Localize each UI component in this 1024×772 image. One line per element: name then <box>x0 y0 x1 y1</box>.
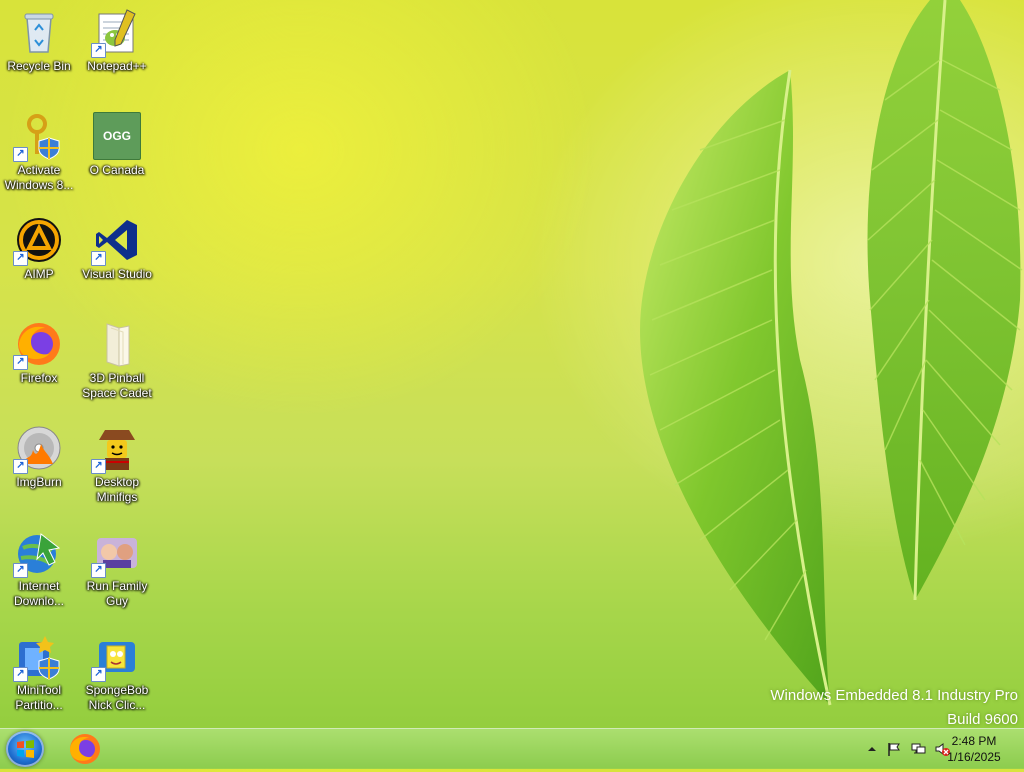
shortcut-arrow-icon: ↗ <box>91 43 106 58</box>
desktop-icon-spongebob[interactable]: ↗ SpongeBob Nick Clic... <box>79 626 155 722</box>
watermark-edition: Windows Embedded 8.1 Industry Pro <box>770 687 1018 704</box>
shortcut-arrow-icon: ↗ <box>13 667 28 682</box>
key-shield-icon: ↗ <box>13 112 63 162</box>
desktop-icon-label: AIMP <box>24 267 54 281</box>
shortcut-arrow-icon: ↗ <box>91 667 106 682</box>
taskbar: 2:48 PM 1/16/2025 <box>0 728 1024 769</box>
visual-studio-icon: ↗ <box>91 216 141 266</box>
desktop[interactable]: Recycle Bin ↗ Activate Windows 8... ↗ AI… <box>0 0 1024 728</box>
spongebob-icon: ↗ <box>91 632 141 682</box>
clock-date: 1/16/2025 <box>947 750 1001 764</box>
desktop-icon-label: ImgBurn <box>16 475 62 489</box>
shortcut-arrow-icon: ↗ <box>13 147 28 162</box>
firefox-icon <box>70 734 100 764</box>
aimp-icon: ↗ <box>13 216 63 266</box>
desktop-icon-desktop-minifigs[interactable]: ↗ Desktop Minifigs <box>79 418 155 514</box>
desktop-icon-internet-download-manager[interactable]: ↗ Internet Downlo... <box>1 522 77 618</box>
desktop-icon-firefox[interactable]: ↗ Firefox <box>1 314 77 410</box>
desktop-icon-label: Run Family Guy <box>86 579 148 608</box>
clock-time: 2:48 PM <box>951 734 997 748</box>
desktop-icon-label: Recycle Bin <box>7 59 71 73</box>
ogg-file-icon: OGG <box>93 112 141 160</box>
lego-minifig-icon: ↗ <box>91 424 141 474</box>
shortcut-arrow-icon: ↗ <box>13 251 28 266</box>
desktop-icon-label: 3D Pinball Space Cadet <box>82 371 152 400</box>
shortcut-arrow-icon: ↗ <box>13 459 28 474</box>
shortcut-arrow-icon: ↗ <box>91 563 106 578</box>
desktop-icon-recycle-bin[interactable]: Recycle Bin <box>1 2 77 98</box>
desktop-icon-label: SpongeBob Nick Clic... <box>85 683 149 712</box>
desktop-icon-activate-windows[interactable]: ↗ Activate Windows 8... <box>1 106 77 202</box>
desktop-icon-label: Desktop Minifigs <box>94 475 140 504</box>
windows-edition-watermark: Windows Embedded 8.1 Industry Pro Build … <box>770 684 1018 732</box>
minitool-partition-icon: ↗ <box>13 632 63 682</box>
network-icon[interactable] <box>910 741 926 757</box>
ogg-badge: OGG <box>93 112 141 160</box>
taskbar-firefox-button[interactable] <box>66 731 104 767</box>
desktop-icon-notepad-plus-plus[interactable]: ↗ Notepad++ <box>79 2 155 98</box>
internet-download-manager-icon: ↗ <box>13 528 63 578</box>
imgburn-disc-icon: ↗ <box>13 424 63 474</box>
desktop-icon-visual-studio[interactable]: ↗ Visual Studio <box>79 210 155 306</box>
windows-start-orb-icon <box>17 740 34 758</box>
shortcut-arrow-icon: ↗ <box>13 563 28 578</box>
desktop-icon-label: Visual Studio <box>82 267 152 281</box>
folder-icon <box>93 320 141 368</box>
firefox-icon: ↗ <box>13 320 63 370</box>
shortcut-arrow-icon: ↗ <box>13 355 28 370</box>
start-button[interactable] <box>6 731 44 767</box>
family-guy-icon: ↗ <box>91 528 141 578</box>
desktop-icon-label: Notepad++ <box>87 59 147 73</box>
desktop-icon-label: Firefox <box>20 371 58 385</box>
action-center-flag-icon[interactable] <box>886 741 902 757</box>
desktop-icon-3d-pinball[interactable]: 3D Pinball Space Cadet <box>79 314 155 410</box>
system-tray: 2:48 PM 1/16/2025 <box>834 729 1024 769</box>
desktop-icon-imgburn[interactable]: ↗ ImgBurn <box>1 418 77 514</box>
taskbar-clock[interactable]: 2:48 PM 1/16/2025 <box>934 733 1014 765</box>
chevron-up-icon[interactable] <box>864 741 880 757</box>
desktop-icon-label: O Canada <box>89 163 145 177</box>
shortcut-arrow-icon: ↗ <box>91 251 106 266</box>
desktop-icon-run-family-guy[interactable]: ↗ Run Family Guy <box>79 522 155 618</box>
recycle-bin-icon <box>15 8 63 56</box>
notepad-plus-plus-icon: ↗ <box>91 8 141 58</box>
shortcut-arrow-icon: ↗ <box>91 459 106 474</box>
desktop-icon-label: Internet Downlo... <box>13 579 65 608</box>
desktop-icon-aimp[interactable]: ↗ AIMP <box>1 210 77 306</box>
desktop-icon-label: Activate Windows 8... <box>4 163 74 192</box>
desktop-icon-minitool-partition[interactable]: ↗ MiniTool Partitio... <box>1 626 77 722</box>
desktop-icon-o-canada[interactable]: OGG O Canada <box>79 106 155 202</box>
desktop-icon-label: MiniTool Partitio... <box>15 683 63 712</box>
